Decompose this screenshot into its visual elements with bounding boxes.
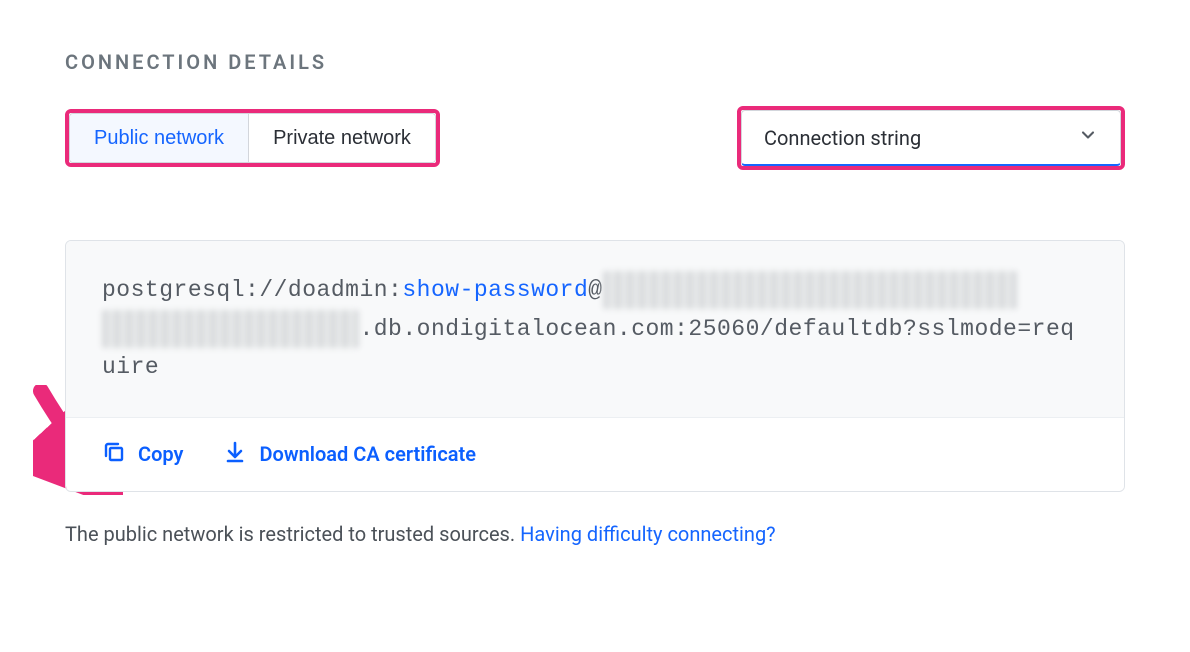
tab-public-network[interactable]: Public network xyxy=(70,114,248,162)
tab-private-network[interactable]: Private network xyxy=(248,114,435,162)
controls-row: Public network Private network Connectio… xyxy=(65,106,1125,170)
copy-button[interactable]: Copy xyxy=(102,440,183,469)
format-select[interactable]: Connection string xyxy=(741,110,1121,166)
connection-card: postgresql://doadmin:show-password@xxxxx… xyxy=(65,240,1125,492)
copy-icon xyxy=(102,440,126,469)
conn-host-obscured-1: xxxxxxxxxxxxxxxxxxxxxxxxxxxxx xyxy=(603,271,1018,309)
footnote: The public network is restricted to trus… xyxy=(65,522,1125,546)
show-password-link[interactable]: show-password xyxy=(402,277,588,303)
download-icon xyxy=(223,440,247,469)
download-cert-label: Download CA certificate xyxy=(259,442,476,466)
connection-actions: Copy Download CA certificate xyxy=(66,417,1124,491)
footnote-text: The public network is restricted to trus… xyxy=(65,522,520,546)
connection-string: postgresql://doadmin:show-password@xxxxx… xyxy=(66,241,1124,417)
conn-prefix: postgresql://doadmin: xyxy=(102,277,402,303)
connection-card-wrapper: postgresql://doadmin:show-password@xxxxx… xyxy=(65,240,1125,492)
chevron-down-icon xyxy=(1078,125,1098,150)
format-select-highlight: Connection string xyxy=(737,106,1125,170)
conn-host-obscured-2: xxxxxxxxxxxxxxxxxx xyxy=(102,310,359,348)
network-tabs: Public network Private network xyxy=(69,113,436,163)
download-cert-button[interactable]: Download CA certificate xyxy=(223,440,476,469)
copy-label: Copy xyxy=(138,442,183,466)
network-tabs-highlight: Public network Private network xyxy=(65,109,440,167)
conn-at: @ xyxy=(588,277,602,303)
help-link[interactable]: Having difficulty connecting? xyxy=(520,522,776,546)
format-select-value: Connection string xyxy=(764,126,921,150)
section-heading: CONNECTION DETAILS xyxy=(65,50,1125,74)
